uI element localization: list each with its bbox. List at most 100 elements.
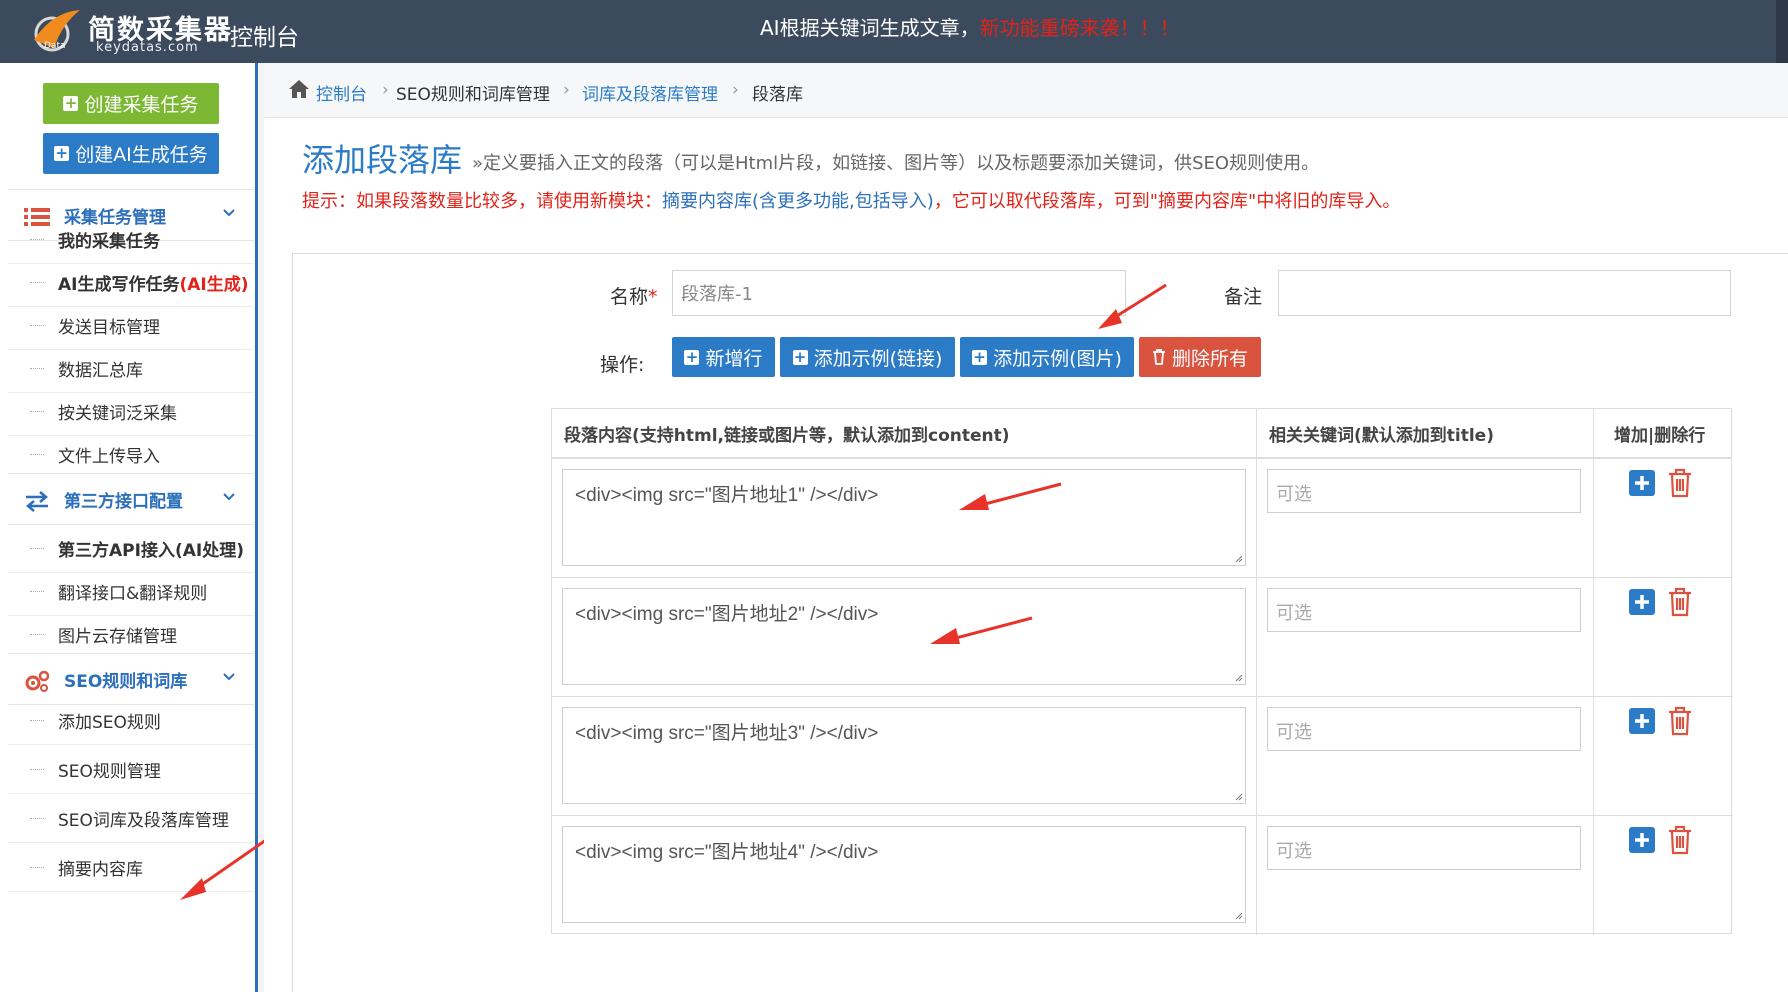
sidebar-item-label: 数据汇总库 xyxy=(58,360,143,381)
plus-square-icon: + xyxy=(972,347,988,366)
add-row-icon[interactable] xyxy=(1629,708,1655,734)
add-row-icon[interactable] xyxy=(1629,589,1655,615)
page-title: 添加段落库 xyxy=(302,141,463,179)
tree-dash xyxy=(30,634,44,635)
paragraph-textarea[interactable]: <div><img src="图片地址3" /></div> xyxy=(562,707,1246,804)
breadcrumb-separator: › xyxy=(732,80,739,100)
delete-row-icon[interactable] xyxy=(1667,468,1693,498)
page-description: »定义要插入正文的段落（可以是Html片段，如链接、图片等）以及标题要添加关键词… xyxy=(472,153,1320,174)
delete-row-icon[interactable] xyxy=(1667,706,1693,736)
required-mark: * xyxy=(648,286,658,308)
add-row-button[interactable]: + 新增行 xyxy=(672,337,775,377)
sidebar-item-add-seo-rule[interactable]: 添加SEO规则 xyxy=(8,696,254,745)
delete-row-icon[interactable] xyxy=(1667,587,1693,617)
create-collect-task-label: 创建采集任务 xyxy=(84,94,199,116)
paragraph-textarea[interactable]: <div><img src="图片地址4" /></div> xyxy=(562,826,1246,923)
name-input[interactable]: 段落库-1 xyxy=(672,270,1126,316)
tree-dash xyxy=(30,867,44,868)
breadcrumb-console[interactable]: 控制台 xyxy=(316,80,367,105)
delete-row-icon[interactable] xyxy=(1667,825,1693,855)
paragraph-text: <div><img src="图片地址2" /></div> xyxy=(575,604,879,625)
sidebar-item-data-summary[interactable]: 数据汇总库 xyxy=(8,344,254,393)
tree-dash xyxy=(30,368,44,369)
tip-link[interactable]: 摘要内容库(含更多功能,包括导入) xyxy=(662,191,934,212)
create-ai-task-button[interactable]: + 创建AI生成任务 xyxy=(43,133,219,174)
keydatas-logo-icon: Data xyxy=(34,10,80,52)
keyword-cell: 可选 xyxy=(1257,459,1594,578)
create-ai-task-label: 创建AI生成任务 xyxy=(75,144,208,166)
ai-writing-badge: (AI生成) xyxy=(179,274,249,295)
topbar-edge xyxy=(1776,0,1788,63)
sidebar-item-seo-lexicon[interactable]: SEO词库及段落库管理 xyxy=(8,794,254,843)
delete-all-button[interactable]: 删除所有 xyxy=(1139,337,1261,377)
tree-dash xyxy=(30,411,44,412)
announcement-highlight: 新功能重磅来袭！！！ xyxy=(979,16,1180,40)
plus-square-icon: + xyxy=(54,144,70,162)
sidebar-item-keyword-collect[interactable]: 按关键词泛采集 xyxy=(8,387,254,436)
delete-all-label: 删除所有 xyxy=(1171,347,1248,370)
paragraph-textarea[interactable]: <div><img src="图片地址1" /></div> xyxy=(562,469,1246,566)
table-header-actions: 增加|删除行 xyxy=(1594,409,1731,459)
tree-dash xyxy=(30,282,44,283)
sidebar-item-label: SEO词库及段落库管理 xyxy=(58,810,229,831)
table-row: <div><img src="图片地址2" /></div> 可选 xyxy=(552,578,1733,697)
breadcrumb-current: 段落库 xyxy=(752,85,803,105)
keyword-input[interactable]: 可选 xyxy=(1267,588,1581,632)
sidebar-item-summary-library[interactable]: 摘要内容库 xyxy=(8,843,254,892)
create-collect-task-button[interactable]: + 创建采集任务 xyxy=(43,83,219,124)
resize-grip-icon[interactable] xyxy=(1233,910,1243,920)
breadcrumb: 控制台 › SEO规则和词库管理 › 词库及段落库管理 › 段落库 xyxy=(264,63,1788,118)
note-label: 备注 xyxy=(1224,286,1263,308)
nav-group-label: 第三方接口配置 xyxy=(64,491,183,512)
sidebar-item-label: SEO规则管理 xyxy=(58,761,161,782)
resize-grip-icon[interactable] xyxy=(1233,791,1243,801)
breadcrumb-lexicon-manage[interactable]: 词库及段落库管理 xyxy=(582,80,718,105)
sidebar-item-file-upload[interactable]: 文件上传导入 xyxy=(8,430,254,479)
add-row-icon[interactable] xyxy=(1629,827,1655,853)
tree-dash xyxy=(30,454,44,455)
paragraph-text: <div><img src="图片地址1" /></div> xyxy=(575,485,879,506)
nav-group-third-party[interactable]: 第三方接口配置 xyxy=(8,473,254,525)
action-cell xyxy=(1594,816,1731,935)
sidebar-item-third-party-api[interactable]: 第三方API接入(AI处理) xyxy=(8,524,254,573)
add-image-example-button[interactable]: + 添加示例(图片) xyxy=(960,337,1134,377)
breadcrumb-seo-rules[interactable]: SEO规则和词库管理 xyxy=(396,80,550,105)
tree-dash xyxy=(30,818,44,819)
sidebar-item-image-storage[interactable]: 图片云存储管理 xyxy=(8,610,254,659)
keyword-input[interactable]: 可选 xyxy=(1267,469,1581,513)
paragraph-textarea[interactable]: <div><img src="图片地址2" /></div> xyxy=(562,588,1246,685)
content-cell: <div><img src="图片地址2" /></div> xyxy=(552,578,1257,697)
name-label-text: 名称 xyxy=(610,286,649,308)
sidebar-item-label: 我的采集任务 xyxy=(58,231,160,252)
resize-grip-icon[interactable] xyxy=(1233,672,1243,682)
content-cell: <div><img src="图片地址4" /></div> xyxy=(552,816,1257,935)
sidebar: + 创建采集任务 + 创建AI生成任务 采集任务管理 我的采集任务 AI生成写作任务… xyxy=(0,63,267,992)
plus-square-icon: + xyxy=(792,347,808,366)
nav-group-label: SEO规则和词库 xyxy=(64,671,188,692)
keyword-input[interactable]: 可选 xyxy=(1267,826,1581,870)
sidebar-item-seo-rule-manage[interactable]: SEO规则管理 xyxy=(8,745,254,794)
action-cell xyxy=(1594,578,1731,697)
table-header-content: 段落内容(支持html,链接或图片等，默认添加到content) xyxy=(552,409,1257,459)
note-input[interactable] xyxy=(1278,270,1731,316)
add-link-example-button[interactable]: + 添加示例(链接) xyxy=(780,337,955,377)
tree-dash xyxy=(30,591,44,592)
add-row-icon[interactable] xyxy=(1629,470,1655,496)
tip-text-tail: ，它可以取代段落库，可到"摘要内容库"中将旧的库导入。 xyxy=(933,191,1401,212)
action-cell xyxy=(1594,459,1731,578)
console-title[interactable]: 控制台 xyxy=(230,18,299,52)
tree-dash xyxy=(30,325,44,326)
sidebar-item-translation[interactable]: 翻译接口&翻译规则 xyxy=(8,567,254,616)
sidebar-item-label: 摘要内容库 xyxy=(58,859,143,880)
sidebar-item-my-tasks[interactable]: 我的采集任务 xyxy=(8,215,254,264)
home-icon[interactable] xyxy=(288,79,310,99)
resize-grip-icon[interactable] xyxy=(1233,553,1243,563)
announcement[interactable]: AI根据关键词生成文章，新功能重磅来袭！！！ xyxy=(760,12,1180,41)
sidebar-item-send-targets[interactable]: 发送目标管理 xyxy=(8,301,254,350)
sidebar-item-label: 翻译接口&翻译规则 xyxy=(58,583,208,604)
plus-square-icon: + xyxy=(684,347,700,366)
page-tip: 提示：如果段落数量比较多，请使用新模块：摘要内容库(含更多功能,包括导入)，它可… xyxy=(302,187,1400,213)
announcement-text: AI根据关键词生成文章， xyxy=(760,16,980,40)
keyword-input[interactable]: 可选 xyxy=(1267,707,1581,751)
sidebar-item-ai-writing[interactable]: AI生成写作任务(AI生成) xyxy=(8,258,254,307)
